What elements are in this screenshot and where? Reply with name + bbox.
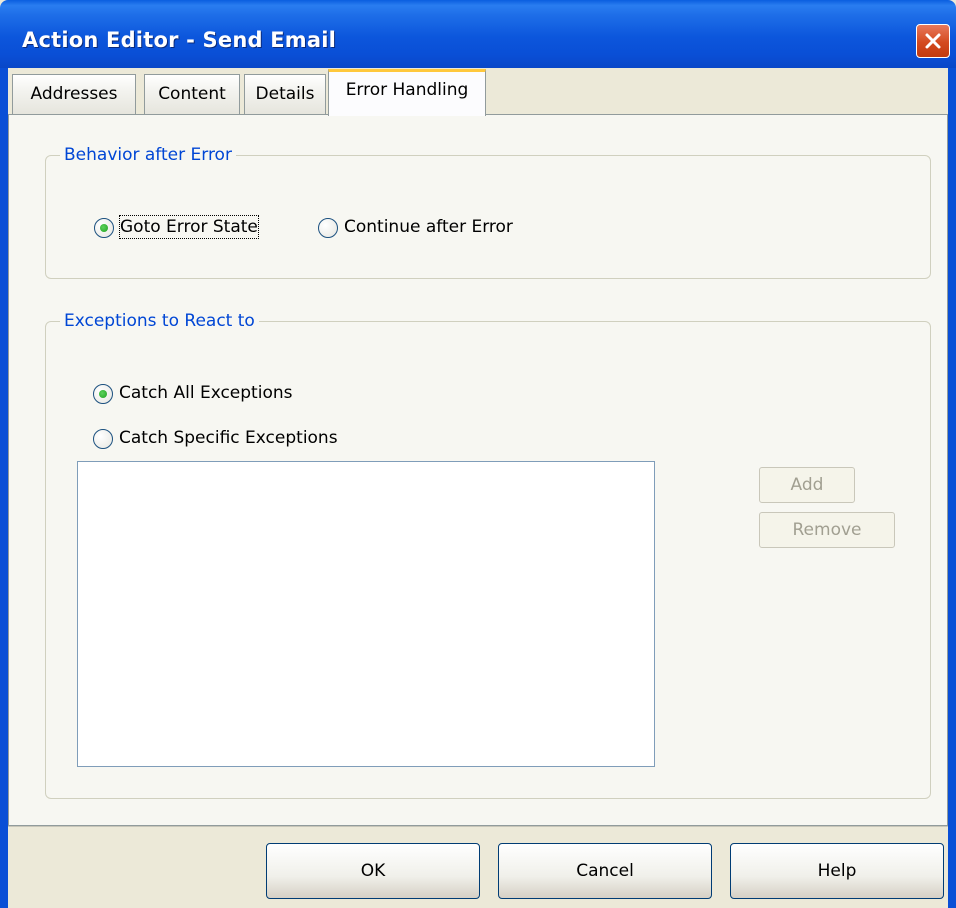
goto-error-state-label[interactable]: Goto Error State: [119, 215, 259, 239]
title-bar[interactable]: Action Editor - Send Email: [0, 0, 956, 68]
window-frame-left: [0, 68, 8, 908]
goto-error-state-radio[interactable]: [94, 218, 114, 238]
continue-after-error-radio[interactable]: [318, 218, 338, 238]
continue-after-error-label[interactable]: Continue after Error: [344, 216, 513, 238]
tab-details[interactable]: Details: [244, 74, 326, 114]
specific-exceptions-list[interactable]: [77, 461, 655, 767]
cancel-button[interactable]: Cancel: [498, 843, 712, 899]
tab-error-handling[interactable]: Error Handling: [328, 69, 486, 116]
behavior-after-error-group: Behavior after Error Goto Error State Co…: [45, 144, 931, 279]
footer-separator: [8, 826, 948, 827]
window-title: Action Editor - Send Email: [22, 28, 337, 52]
tab-panel-error-handling: Behavior after Error Goto Error State Co…: [8, 114, 948, 826]
behavior-after-error-legend: Behavior after Error: [60, 144, 236, 166]
add-button[interactable]: Add: [759, 467, 855, 503]
radio-checked-dot: [100, 224, 108, 232]
catch-all-exceptions-radio[interactable]: [93, 384, 113, 404]
catch-specific-exceptions-radio[interactable]: [93, 429, 113, 449]
help-button[interactable]: Help: [730, 843, 944, 899]
tab-content[interactable]: Content: [144, 74, 240, 114]
close-icon: [925, 33, 941, 49]
catch-specific-exceptions-label[interactable]: Catch Specific Exceptions: [119, 427, 338, 449]
tab-addresses[interactable]: Addresses: [12, 74, 136, 114]
exceptions-to-react-to-legend: Exceptions to React to: [60, 310, 259, 332]
ok-button[interactable]: OK: [266, 843, 480, 899]
catch-all-exceptions-label[interactable]: Catch All Exceptions: [119, 382, 292, 404]
remove-button[interactable]: Remove: [759, 512, 895, 548]
window-frame-right: [948, 68, 956, 908]
radio-checked-dot: [99, 390, 107, 398]
action-editor-dialog: Action Editor - Send Email Addresses Con…: [0, 0, 956, 908]
close-button[interactable]: [916, 24, 950, 58]
